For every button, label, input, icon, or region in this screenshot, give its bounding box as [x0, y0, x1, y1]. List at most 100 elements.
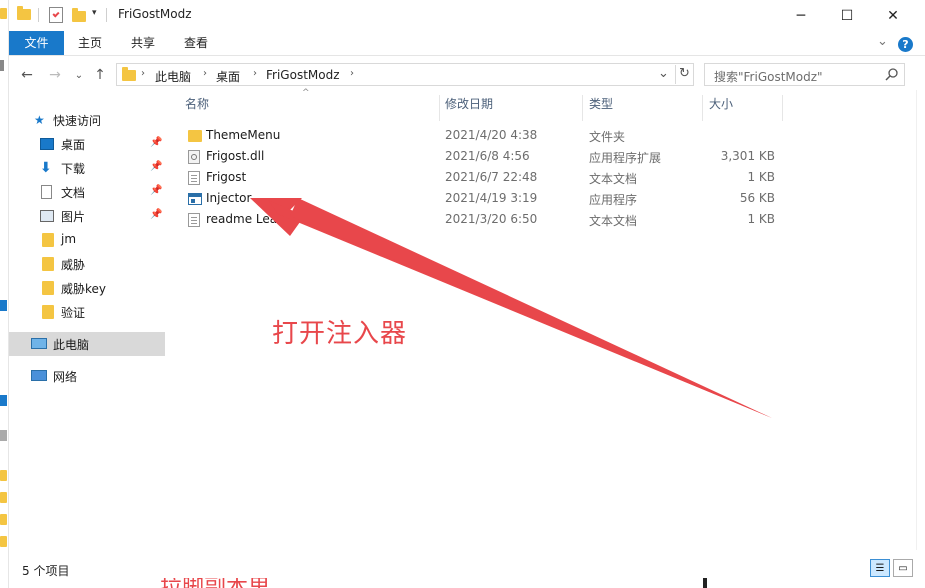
sidebar-item-documents[interactable]: 文档 📌 — [9, 180, 165, 204]
back-button[interactable]: ← — [18, 66, 36, 84]
recent-locations-button[interactable]: ⌄ — [70, 66, 88, 84]
file-name: Frigost.dll — [206, 149, 265, 163]
file-name: ThemeMenu — [206, 128, 281, 142]
maximize-button[interactable]: ☐ — [824, 0, 870, 31]
column-header-date[interactable]: 修改日期 — [445, 95, 493, 112]
address-bar[interactable]: › 此电脑 › 桌面 › FriGostModz › ⌄ ↻ — [116, 63, 694, 86]
text-file-icon — [188, 213, 200, 227]
divider — [675, 65, 676, 84]
sidebar-item-label: jm — [61, 232, 77, 246]
sidebar-item-downloads[interactable]: ⬇ 下载 📌 — [9, 156, 165, 180]
file-row[interactable]: Frigost 2021/6/7 22:48 文本文档 1 KB — [183, 167, 783, 188]
column-divider[interactable] — [702, 95, 703, 121]
sidebar-item-this-pc[interactable]: 此电脑 — [9, 332, 165, 356]
strip-icon — [0, 60, 4, 71]
large-icons-view-button[interactable]: ▭ — [893, 559, 913, 577]
sidebar-item-threat-key[interactable]: 威胁key — [9, 276, 165, 300]
file-type: 应用程序扩展 — [589, 151, 662, 165]
pin-icon[interactable]: 📌 — [150, 161, 162, 172]
text-file-icon — [188, 171, 200, 185]
strip-folder-icon — [0, 536, 7, 547]
folder-icon — [42, 305, 54, 319]
strip-folder-icon — [0, 470, 7, 481]
sidebar-item-label: 此电脑 — [53, 338, 90, 352]
file-size: 1 KB — [747, 170, 775, 184]
file-name: Frigost — [206, 170, 247, 184]
tab-home[interactable]: 主页 — [69, 31, 111, 55]
search-icon[interactable] — [885, 68, 898, 81]
quick-toolbar-dropdown-icon[interactable]: ▾ — [92, 8, 97, 18]
desktop-icon — [40, 138, 54, 150]
file-row[interactable]: ThemeMenu 2021/4/20 4:38 文件夹 — [183, 125, 783, 146]
folder-icon — [42, 233, 54, 247]
breadcrumb-folder[interactable]: FriGostModz — [266, 68, 340, 82]
forward-button[interactable]: → — [46, 66, 64, 84]
chevron-right-icon: › — [350, 68, 354, 79]
file-row[interactable]: Frigost.dll 2021/6/8 4:56 应用程序扩展 3,301 K… — [183, 146, 783, 167]
pin-icon[interactable]: 📌 — [150, 209, 162, 220]
sidebar-item-label: 网络 — [53, 370, 78, 384]
sidebar-item-threat[interactable]: 威胁 — [9, 252, 165, 276]
strip-icon — [0, 430, 7, 441]
sidebar-item-network[interactable]: 网络 — [9, 364, 165, 388]
file-date: 2021/6/8 4:56 — [445, 149, 530, 163]
search-input[interactable]: 搜索"FriGostModz" — [714, 68, 823, 85]
tab-file[interactable]: 文件 — [9, 31, 64, 55]
strip-folder-icon — [0, 492, 7, 503]
dll-icon — [188, 150, 200, 164]
sort-ascending-icon: ^ — [302, 88, 310, 98]
background-annotation-text: 拉脚副本里 — [160, 578, 292, 588]
sidebar-item-desktop[interactable]: 桌面 📌 — [9, 132, 165, 156]
sidebar-item-label: 下载 — [61, 162, 86, 176]
column-header-size[interactable]: 大小 — [709, 95, 733, 112]
scrollbar[interactable] — [916, 90, 925, 550]
refresh-button[interactable]: ↻ — [679, 66, 690, 81]
strip-icon — [0, 395, 7, 406]
breadcrumb-desktop[interactable]: 桌面 — [216, 68, 240, 85]
sidebar-item-verify[interactable]: 验证 — [9, 300, 165, 324]
address-folder-icon — [122, 67, 136, 81]
download-icon: ⬇ — [40, 160, 52, 176]
file-name: Injector — [206, 191, 252, 205]
column-divider[interactable] — [582, 95, 583, 121]
new-folder-icon[interactable] — [72, 8, 86, 22]
sidebar-item-jm[interactable]: jm — [9, 228, 165, 252]
window-title: FriGostModz — [118, 7, 192, 21]
star-icon: ★ — [34, 113, 45, 127]
details-view-button[interactable]: ☰ — [870, 559, 890, 577]
sidebar-item-label: 文档 — [61, 186, 86, 200]
item-count: 5 个项目 — [22, 564, 70, 578]
close-button[interactable]: ✕ — [870, 0, 916, 31]
column-header-name[interactable]: 名称 — [185, 95, 209, 112]
minimize-button[interactable]: ─ — [778, 0, 824, 31]
column-divider[interactable] — [439, 95, 440, 121]
properties-icon[interactable] — [49, 7, 63, 23]
address-dropdown-icon[interactable]: ⌄ — [658, 66, 669, 81]
strip-folder-icon — [0, 514, 7, 525]
ribbon-expand-icon[interactable]: ⌄ — [877, 34, 888, 49]
document-icon — [41, 185, 52, 199]
search-box[interactable]: 搜索"FriGostModz" — [704, 63, 905, 86]
file-date: 2021/4/20 4:38 — [445, 128, 538, 142]
pin-icon[interactable]: 📌 — [150, 185, 162, 196]
file-date: 2021/6/7 22:48 — [445, 170, 538, 184]
column-divider[interactable] — [782, 95, 783, 121]
pin-icon[interactable]: 📌 — [150, 137, 162, 148]
folder-icon — [42, 281, 54, 295]
sidebar-item-quick-access[interactable]: ★ 快速访问 — [9, 108, 165, 132]
annotation-text: 打开注入器 — [272, 319, 408, 349]
sidebar-item-label: 图片 — [61, 210, 86, 224]
tab-view[interactable]: 查看 — [175, 31, 217, 55]
column-header-type[interactable]: 类型 — [589, 95, 613, 112]
up-button[interactable]: ↑ — [91, 66, 109, 84]
sidebar-item-label: 威胁key — [61, 282, 107, 296]
sidebar-item-pictures[interactable]: 图片 📌 — [9, 204, 165, 228]
exe-icon — [188, 193, 202, 205]
tab-share[interactable]: 共享 — [122, 31, 164, 55]
help-icon[interactable]: ? — [898, 37, 913, 52]
breadcrumb-this-pc[interactable]: 此电脑 — [155, 68, 191, 85]
strip-icon — [0, 300, 7, 311]
chevron-right-icon: › — [253, 68, 257, 79]
chevron-right-icon: › — [141, 68, 145, 79]
sidebar-item-label: 威胁 — [61, 258, 86, 272]
